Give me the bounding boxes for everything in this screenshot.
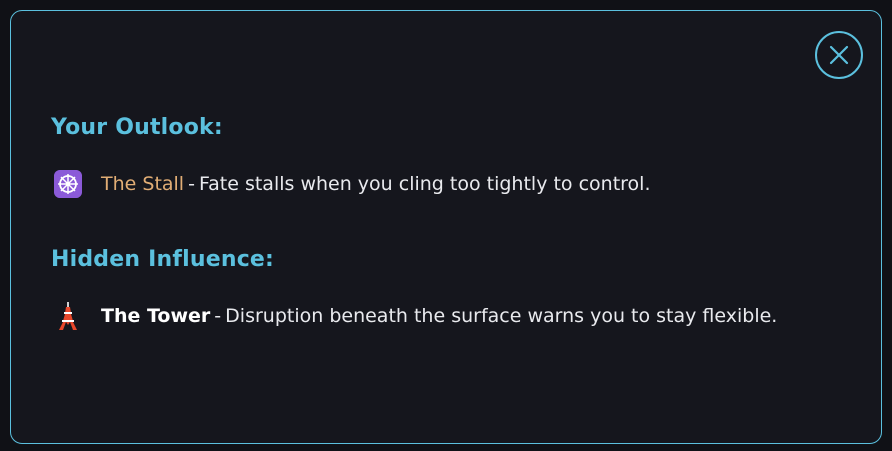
dharma-wheel-icon — [53, 169, 83, 199]
reading-modal: Your Outlook: The Stall - Fate stalls wh… — [10, 10, 882, 444]
outlook-description: Fate stalls when you cling too tightly t… — [198, 173, 651, 195]
outlook-card-name: The Stall — [101, 173, 185, 195]
outlook-heading: Your Outlook: — [51, 115, 223, 140]
influence-card-row: The Tower - Disruption beneath the surfa… — [53, 301, 777, 331]
close-button[interactable] — [815, 31, 863, 79]
influence-description: Disruption beneath the surface warns you… — [225, 305, 778, 327]
influence-card-name: The Tower — [101, 305, 211, 327]
influence-heading: Hidden Influence: — [51, 247, 275, 272]
outlook-card-row: The Stall - Fate stalls when you cling t… — [53, 169, 651, 199]
outlook-separator: - — [188, 173, 195, 195]
influence-separator: - — [214, 305, 222, 327]
close-icon — [829, 45, 849, 65]
tower-icon — [53, 301, 83, 331]
